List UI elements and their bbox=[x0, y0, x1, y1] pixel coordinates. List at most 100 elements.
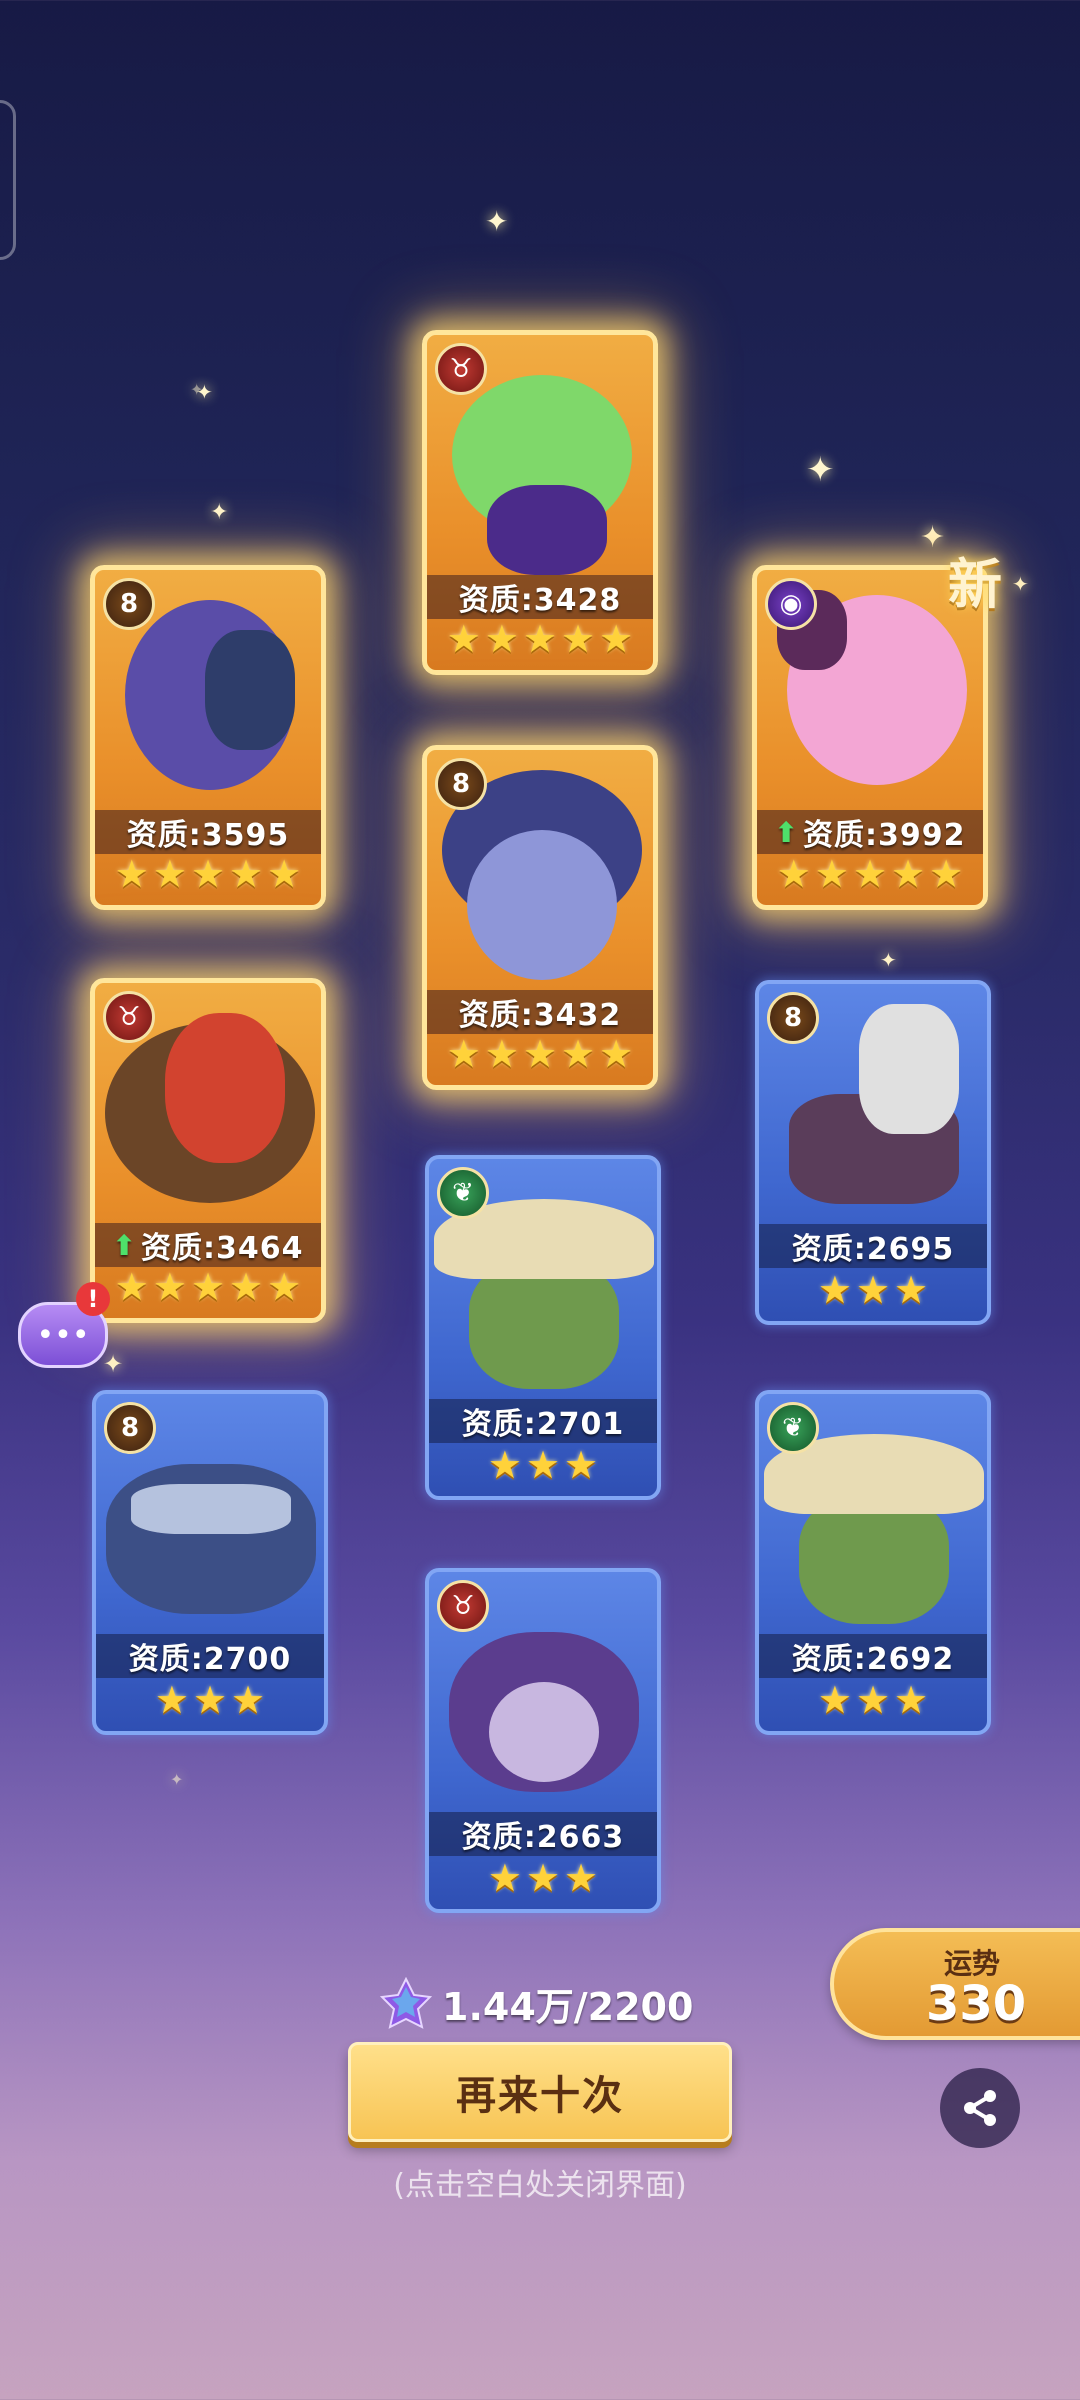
quality-label: 资质:3595 bbox=[95, 810, 321, 854]
hero-card[interactable]: 8 资质:3595 ★ ★ ★ ★ ★ bbox=[90, 565, 326, 910]
sparkle-icon: ✦ bbox=[196, 380, 213, 404]
star-icon: ★ bbox=[855, 1268, 891, 1312]
purple-crystal-icon bbox=[380, 1977, 432, 2029]
faction-icon: ♉ bbox=[437, 1580, 489, 1632]
star-icon: ★ bbox=[192, 1678, 228, 1722]
star-icon: ★ bbox=[229, 852, 264, 896]
hero-card[interactable]: 8 资质:2700 ★ ★ ★ bbox=[92, 1390, 328, 1735]
star-rating: ★ ★ ★ ★ ★ bbox=[757, 851, 983, 897]
star-icon: ★ bbox=[522, 1032, 558, 1076]
faction-icon: 8 bbox=[104, 1402, 156, 1454]
star-icon: ★ bbox=[190, 1265, 226, 1309]
sparkle-icon: ✦ bbox=[190, 380, 204, 399]
faction-icon: 8 bbox=[435, 758, 487, 810]
quality-label: 资质:2701 bbox=[429, 1399, 657, 1443]
star-icon: ★ bbox=[599, 1032, 634, 1076]
star-icon: ★ bbox=[814, 852, 849, 896]
faction-icon: ❦ bbox=[437, 1167, 489, 1219]
currency-value: 1.44万/2200 bbox=[442, 1984, 694, 2029]
quality-label: 资质:2700 bbox=[96, 1634, 324, 1678]
share-icon bbox=[964, 2090, 996, 2126]
faction-icon: ❦ bbox=[767, 1402, 819, 1454]
faction-icon: ♉ bbox=[435, 343, 487, 395]
star-icon: ★ bbox=[487, 1443, 522, 1487]
star-icon: ★ bbox=[522, 617, 558, 661]
star-icon: ★ bbox=[852, 852, 888, 896]
star-icon: ★ bbox=[190, 852, 226, 896]
star-icon: ★ bbox=[114, 1265, 149, 1309]
star-icon: ★ bbox=[894, 1678, 929, 1722]
star-icon: ★ bbox=[855, 1678, 891, 1722]
hero-card[interactable]: ❦ 资质:2692 ★ ★ ★ bbox=[755, 1390, 991, 1735]
faction-icon: ◉ bbox=[765, 578, 817, 630]
star-icon: ★ bbox=[152, 1265, 187, 1309]
quality-label: 资质:3428 bbox=[427, 575, 653, 619]
upgrade-arrow-icon: ⬆ bbox=[112, 1228, 137, 1262]
star-icon: ★ bbox=[525, 1443, 561, 1487]
star-rating: ★ ★ ★ bbox=[759, 1677, 987, 1723]
luck-panel: 运势 330 bbox=[830, 1928, 1080, 2040]
sparkle-icon: ✦ bbox=[103, 1350, 124, 1378]
sparkle-icon: ✦ bbox=[485, 205, 509, 238]
star-icon: ★ bbox=[891, 852, 926, 896]
star-rating: ★ ★ ★ ★ ★ bbox=[427, 616, 653, 662]
upgrade-arrow-icon: ⬆ bbox=[774, 815, 799, 849]
star-icon: ★ bbox=[231, 1678, 266, 1722]
faction-icon: 8 bbox=[767, 992, 819, 1044]
star-rating: ★ ★ ★ bbox=[759, 1267, 987, 1313]
sparkle-icon: ✦ bbox=[170, 1770, 184, 1789]
star-icon: ★ bbox=[229, 1265, 264, 1309]
hero-card[interactable]: ♉ ⬆ 资质:3464 ★ ★ ★ ★ ★ bbox=[90, 978, 326, 1323]
star-icon: ★ bbox=[154, 1678, 189, 1722]
star-icon: ★ bbox=[817, 1268, 852, 1312]
currency-display: 1.44万/2200 bbox=[380, 1975, 693, 2031]
star-rating: ★ ★ ★ ★ ★ bbox=[427, 1031, 653, 1077]
star-rating: ★ ★ ★ bbox=[429, 1855, 657, 1901]
quality-label: ⬆ 资质:3464 bbox=[95, 1223, 321, 1267]
star-icon: ★ bbox=[267, 852, 302, 896]
share-button[interactable] bbox=[940, 2068, 1020, 2148]
star-rating: ★ ★ ★ bbox=[429, 1442, 657, 1488]
star-icon: ★ bbox=[564, 1856, 599, 1900]
side-panel-edge bbox=[0, 100, 16, 260]
sparkle-icon: ✦ bbox=[806, 450, 835, 490]
star-icon: ★ bbox=[817, 1678, 852, 1722]
faction-icon: 8 bbox=[103, 578, 155, 630]
new-badge: 新 bbox=[948, 553, 1002, 616]
hero-card[interactable]: 8 资质:3432 ★ ★ ★ ★ ★ bbox=[422, 745, 658, 1090]
star-icon: ★ bbox=[484, 1032, 519, 1076]
quality-label: 资质:2695 bbox=[759, 1224, 987, 1268]
star-rating: ★ ★ ★ ★ ★ bbox=[95, 851, 321, 897]
luck-value: 330 bbox=[926, 1976, 1027, 2032]
star-rating: ★ ★ ★ bbox=[96, 1677, 324, 1723]
quality-label: ⬆ 资质:3992 bbox=[757, 810, 983, 854]
star-icon: ★ bbox=[564, 1443, 599, 1487]
star-icon: ★ bbox=[114, 852, 149, 896]
hero-card[interactable]: ❦ 资质:2701 ★ ★ ★ bbox=[425, 1155, 661, 1500]
star-icon: ★ bbox=[894, 1268, 929, 1312]
draw-again-button[interactable]: 再来十次 bbox=[348, 2042, 732, 2142]
quality-label: 资质:3432 bbox=[427, 990, 653, 1034]
star-icon: ★ bbox=[152, 852, 187, 896]
sparkle-icon: ✦ bbox=[1012, 572, 1029, 596]
star-icon: ★ bbox=[446, 1032, 481, 1076]
star-icon: ★ bbox=[267, 1265, 302, 1309]
notification-badge-icon: ! bbox=[76, 1282, 110, 1316]
faction-icon: ♉ bbox=[103, 991, 155, 1043]
star-icon: ★ bbox=[484, 617, 519, 661]
close-hint: (点击空白处关闭界面) bbox=[393, 2168, 687, 2203]
star-icon: ★ bbox=[446, 617, 481, 661]
star-icon: ★ bbox=[487, 1856, 522, 1900]
star-icon: ★ bbox=[561, 617, 596, 661]
star-icon: ★ bbox=[599, 617, 634, 661]
star-icon: ★ bbox=[929, 852, 964, 896]
hero-card[interactable]: ♉ 资质:2663 ★ ★ ★ bbox=[425, 1568, 661, 1913]
star-rating: ★ ★ ★ ★ ★ bbox=[95, 1264, 321, 1310]
quality-label: 资质:2692 bbox=[759, 1634, 987, 1678]
sparkle-icon: ✦ bbox=[920, 520, 946, 555]
hero-card[interactable]: ♉ 资质:3428 ★ ★ ★ ★ ★ bbox=[422, 330, 658, 675]
sparkle-icon: ✦ bbox=[880, 948, 897, 972]
hero-card[interactable]: 8 资质:2695 ★ ★ ★ bbox=[755, 980, 991, 1325]
star-icon: ★ bbox=[776, 852, 811, 896]
star-icon: ★ bbox=[525, 1856, 561, 1900]
